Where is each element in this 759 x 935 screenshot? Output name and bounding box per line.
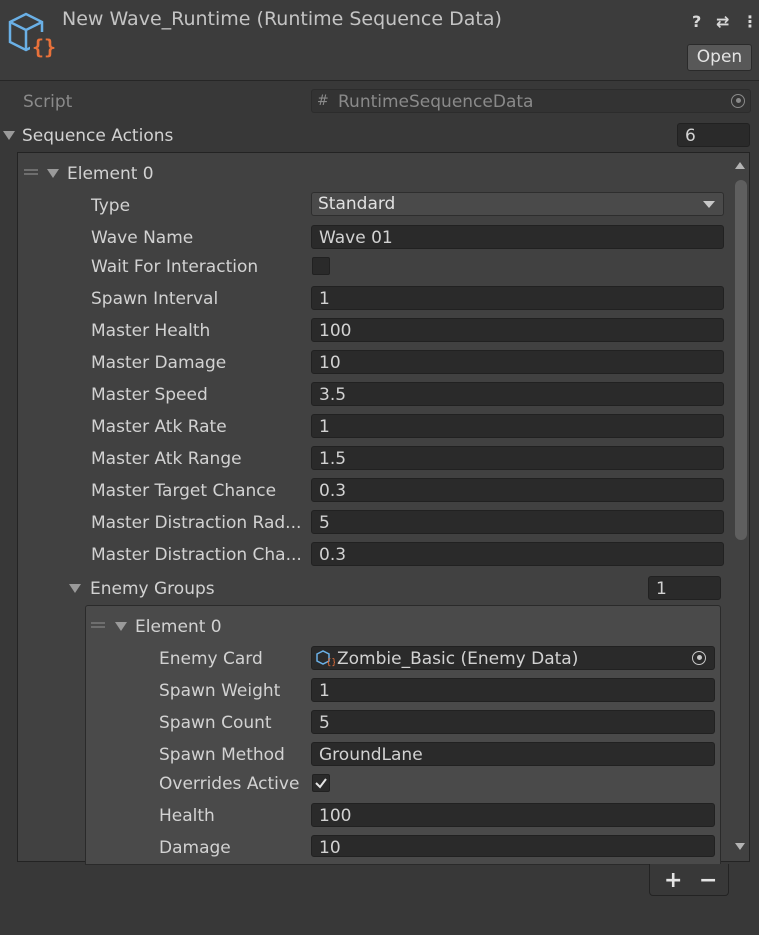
scrollbar-thumb[interactable] — [735, 180, 747, 540]
master-distraction-chance-field[interactable]: 0.3 — [311, 542, 724, 566]
spawn-count-label: Spawn Count — [159, 713, 272, 733]
scroll-down-icon[interactable] — [735, 843, 745, 850]
object-picker-icon[interactable] — [692, 651, 706, 665]
master-health-field[interactable]: 100 — [311, 318, 724, 342]
scriptable-object-icon: {} — [8, 12, 56, 58]
spawn-method-label: Spawn Method — [159, 745, 285, 765]
overrides-active-label: Overrides Active — [159, 774, 300, 794]
enemy-card-field[interactable]: Zombie_Basic (Enemy Data) — [311, 646, 715, 670]
master-atk-rate-field[interactable]: 1 — [311, 414, 724, 438]
spawn-interval-label: Spawn Interval — [91, 289, 219, 309]
master-atk-rate-label: Master Atk Rate — [91, 417, 227, 437]
type-dropdown[interactable]: Standard — [311, 192, 724, 216]
remove-element-button[interactable]: − — [699, 868, 717, 893]
script-field-value: RuntimeSequenceData — [338, 92, 534, 112]
enemy-group-element-0-label[interactable]: Element 0 — [135, 617, 222, 637]
enemy-card-label: Enemy Card — [159, 649, 263, 669]
master-distraction-chance-label: Master Distraction Cha... — [91, 545, 302, 565]
drag-handle-icon[interactable] — [91, 622, 105, 628]
master-target-chance-field[interactable]: 0.3 — [311, 478, 724, 502]
overrides-active-checkbox[interactable] — [312, 774, 330, 792]
svg-text:{}: {} — [32, 35, 56, 58]
element-0-label[interactable]: Element 0 — [67, 164, 154, 184]
object-picker-icon[interactable] — [731, 94, 745, 108]
master-distraction-radius-field[interactable]: 5 — [311, 510, 724, 534]
spawn-weight-field[interactable]: 1 — [311, 678, 715, 702]
checkmark-icon — [315, 778, 327, 789]
damage-field[interactable]: 10 — [311, 835, 715, 857]
more-menu-icon[interactable]: ⋮ — [742, 12, 758, 31]
health-field[interactable]: 100 — [311, 803, 715, 827]
svg-text:{}: {} — [326, 658, 335, 667]
health-label: Health — [159, 806, 215, 826]
enemy-data-asset-icon: {} — [316, 650, 335, 667]
master-speed-label: Master Speed — [91, 385, 208, 405]
damage-label: Damage — [159, 838, 231, 858]
master-target-chance-label: Master Target Chance — [91, 481, 277, 501]
spawn-interval-field[interactable]: 1 — [311, 286, 724, 310]
script-label: Script — [23, 92, 73, 112]
wait-for-interaction-label: Wait For Interaction — [91, 257, 259, 277]
drag-handle-icon[interactable] — [24, 169, 38, 175]
master-damage-field[interactable]: 10 — [311, 350, 724, 374]
foldout-arrow-icon[interactable] — [69, 584, 81, 593]
master-atk-range-label: Master Atk Range — [91, 449, 242, 469]
wave-name-label: Wave Name — [91, 228, 194, 248]
type-label: Type — [91, 196, 131, 216]
foldout-arrow-icon[interactable] — [115, 622, 127, 631]
inspector-title: New Wave_Runtime (Runtime Sequence Data) — [62, 8, 502, 30]
master-speed-field[interactable]: 3.5 — [311, 382, 724, 406]
scroll-up-icon[interactable] — [735, 162, 745, 169]
type-dropdown-value: Standard — [318, 194, 396, 214]
preset-settings-icon[interactable]: ⇄ — [716, 12, 729, 31]
script-field: RuntimeSequenceData — [311, 89, 751, 113]
wave-name-field[interactable]: Wave 01 — [311, 225, 724, 249]
spawn-method-field[interactable]: GroundLane — [311, 742, 715, 766]
master-damage-label: Master Damage — [91, 353, 227, 373]
spawn-weight-label: Spawn Weight — [159, 681, 281, 701]
sequence-actions-count[interactable]: 6 — [677, 123, 750, 147]
master-health-label: Master Health — [91, 321, 211, 341]
chevron-down-icon — [703, 201, 715, 208]
foldout-arrow-icon[interactable] — [3, 131, 15, 140]
enemy-groups-count[interactable]: 1 — [648, 576, 721, 600]
csharp-script-icon: # — [317, 93, 329, 109]
enemy-groups-label[interactable]: Enemy Groups — [90, 579, 215, 599]
master-atk-range-field[interactable]: 1.5 — [311, 446, 724, 470]
sequence-actions-label[interactable]: Sequence Actions — [22, 126, 173, 146]
enemy-card-value: Zombie_Basic (Enemy Data) — [337, 649, 579, 669]
foldout-arrow-icon[interactable] — [47, 169, 59, 178]
master-distraction-radius-label: Master Distraction Rad... — [91, 513, 302, 533]
wait-for-interaction-checkbox[interactable] — [312, 257, 330, 275]
spawn-count-field[interactable]: 5 — [311, 710, 715, 734]
help-icon[interactable]: ? — [692, 12, 701, 31]
add-element-button[interactable]: + — [664, 868, 682, 893]
open-button[interactable]: Open — [687, 44, 752, 71]
